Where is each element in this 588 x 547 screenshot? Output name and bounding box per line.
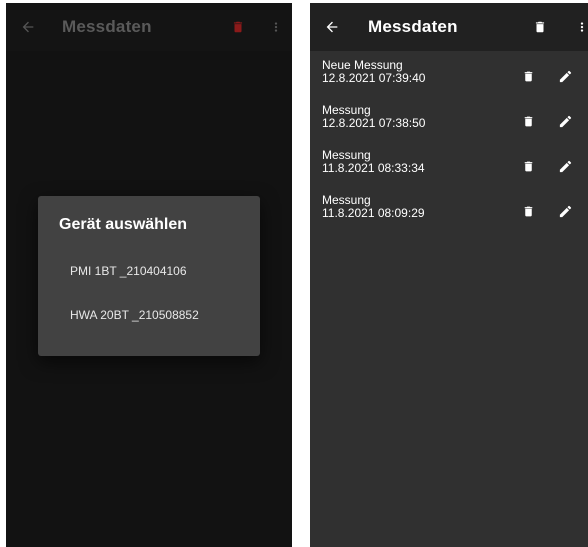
- trash-icon: [524, 71, 532, 81]
- overflow-menu-button[interactable]: [570, 15, 588, 39]
- edit-button[interactable]: [553, 64, 577, 88]
- dialog-title: Gerät auswählen: [59, 216, 188, 233]
- list-item[interactable]: Messung 11.8.2021 08:09:29: [310, 190, 588, 235]
- pencil-icon: [559, 160, 571, 172]
- more-vert-icon: [274, 22, 278, 32]
- delete-button[interactable]: [516, 199, 540, 223]
- page-title: Messdaten: [62, 17, 152, 36]
- measurement-date: 12.8.2021 07:38:50: [322, 116, 426, 130]
- measurement-date: 12.8.2021 07:39:40: [322, 71, 426, 85]
- left-screen: Messdaten Gerät auswählen PMI 1BT _21040…: [6, 3, 292, 547]
- back-button[interactable]: [322, 17, 342, 37]
- arrow-left-icon: [326, 21, 338, 33]
- app-bar: Messdaten: [310, 3, 588, 51]
- delete-button[interactable]: [516, 154, 540, 178]
- appbar-actions: [226, 3, 292, 51]
- app-bar: Messdaten: [6, 3, 292, 51]
- delete-all-button[interactable]: [226, 15, 250, 39]
- device-option[interactable]: PMI 1BT _210404106: [70, 259, 250, 283]
- arrow-left-icon: [22, 21, 34, 33]
- device-option[interactable]: HWA 20BT _210508852: [70, 303, 250, 327]
- pencil-icon: [559, 70, 571, 82]
- list-item[interactable]: Messung 12.8.2021 07:38:50: [310, 100, 588, 145]
- overflow-menu-button[interactable]: [264, 15, 288, 39]
- more-vert-icon: [580, 22, 584, 32]
- delete-button[interactable]: [516, 109, 540, 133]
- trash-icon: [524, 116, 532, 126]
- measurement-date: 11.8.2021 08:33:34: [322, 161, 425, 175]
- measurement-date: 11.8.2021 08:09:29: [322, 206, 425, 220]
- list-item[interactable]: Neue Messung 12.8.2021 07:39:40: [310, 55, 588, 100]
- delete-button[interactable]: [516, 64, 540, 88]
- delete-all-button[interactable]: [528, 15, 552, 39]
- device-select-dialog: Gerät auswählen PMI 1BT _210404106 HWA 2…: [38, 196, 260, 356]
- pencil-icon: [559, 205, 571, 217]
- edit-button[interactable]: [553, 109, 577, 133]
- trash-icon: [524, 161, 532, 171]
- right-screen: Messdaten Neue Messung 12.8.2021 07:39:4…: [310, 3, 588, 547]
- edit-button[interactable]: [553, 199, 577, 223]
- appbar-actions: [528, 3, 588, 51]
- trash-icon: [524, 206, 532, 216]
- edit-button[interactable]: [553, 154, 577, 178]
- measurement-list: Neue Messung 12.8.2021 07:39:40 Messung …: [310, 55, 588, 235]
- page-title: Messdaten: [368, 17, 458, 36]
- trash-icon: [535, 21, 545, 33]
- back-button[interactable]: [18, 17, 38, 37]
- list-item[interactable]: Messung 11.8.2021 08:33:34: [310, 145, 588, 190]
- trash-icon: [233, 21, 243, 33]
- pencil-icon: [559, 115, 571, 127]
